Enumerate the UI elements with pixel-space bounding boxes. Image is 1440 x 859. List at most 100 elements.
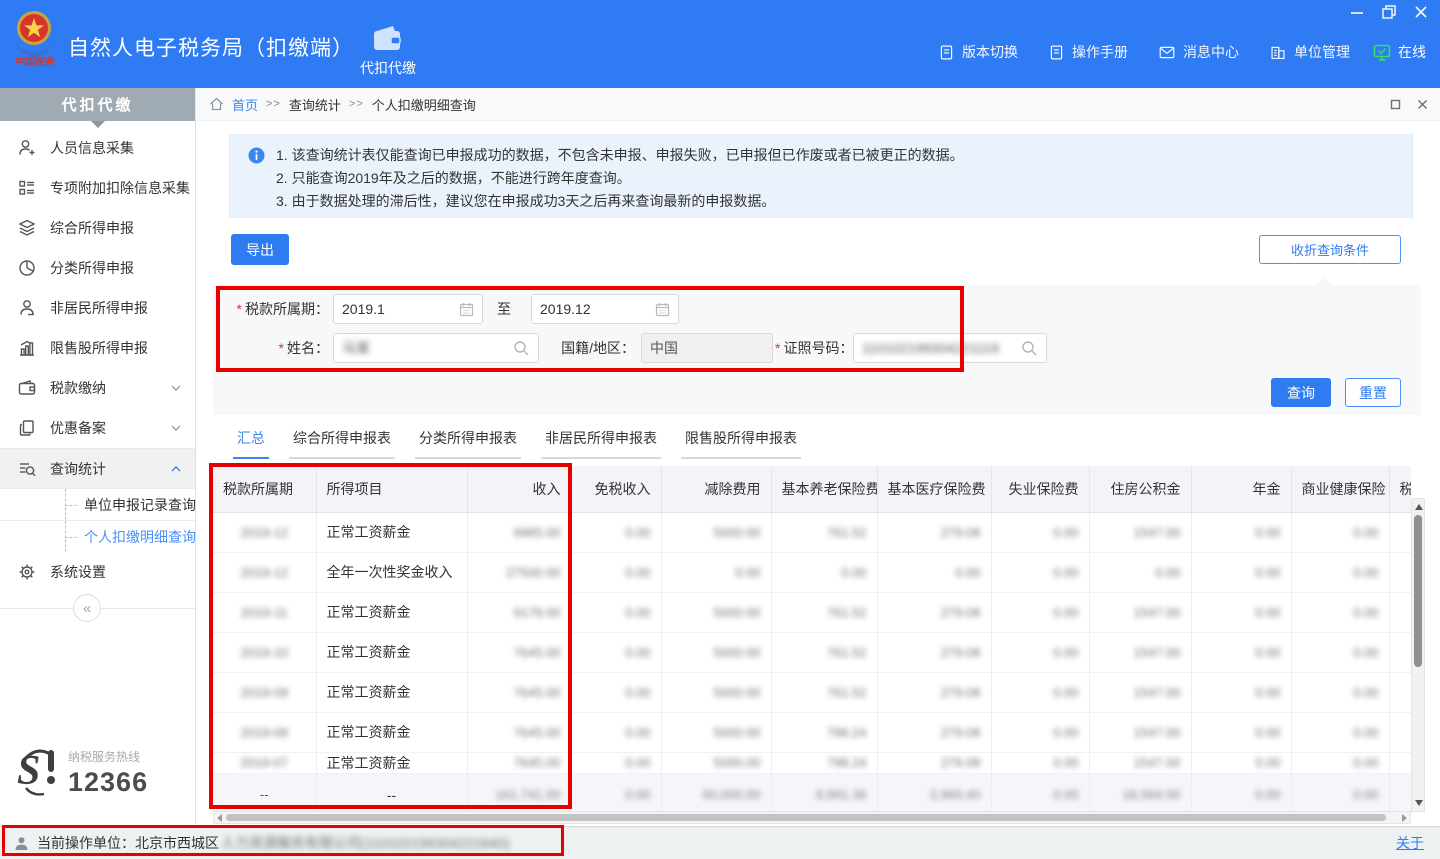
table-cell: 正常工资薪金 xyxy=(316,632,467,672)
name-input[interactable]: 马某 xyxy=(333,333,539,363)
table-cell: 761.52 xyxy=(771,592,877,632)
vertical-scroll-thumb[interactable] xyxy=(1414,515,1422,667)
search-button[interactable]: 查询 xyxy=(1271,378,1331,407)
building-icon xyxy=(1269,44,1287,61)
sidebar-item-query-statistics[interactable]: 查询统计 xyxy=(0,448,195,488)
sidebar-collapse-button[interactable]: « xyxy=(73,594,101,622)
menu-item-version-switch[interactable]: 版本切换 xyxy=(938,42,1018,62)
period-to-input[interactable]: 2019.12 xyxy=(531,294,679,324)
sidebar-item-classified-income-declaration[interactable]: 分类所得申报 xyxy=(0,248,195,288)
wallet-icon xyxy=(371,24,405,54)
sidebar-item-personnel-info-collection[interactable]: 人员信息采集 xyxy=(0,128,195,168)
column-header: 住房公积金 xyxy=(1089,466,1191,512)
tab-nonresident[interactable]: 非居民所得申报表 xyxy=(541,428,661,459)
tab-withholding-label: 代扣代缴 xyxy=(360,58,416,78)
id-number-input[interactable]: 110102199304221119 xyxy=(853,333,1047,363)
table-cell: 0.00 xyxy=(1191,632,1291,672)
sidebar-item-preferential-filing[interactable]: 优惠备案 xyxy=(0,408,195,448)
table-cell: 5000.00 xyxy=(661,752,771,773)
table-cell: 0.00 xyxy=(571,712,661,752)
tab-comprehensive[interactable]: 综合所得申报表 xyxy=(289,428,395,459)
breadcrumb-separator: >> xyxy=(266,98,281,110)
menu-item-label: 单位管理 xyxy=(1294,42,1350,62)
table-cell: 5000.00 xyxy=(661,712,771,752)
app-title: 自然人电子税务局（扣缴端） xyxy=(68,32,354,62)
sidebar-item-comprehensive-income-declaration[interactable]: 综合所得申报 xyxy=(0,208,195,248)
tab-close-icon[interactable] xyxy=(1417,99,1428,110)
window-controls xyxy=(1348,4,1430,20)
tab-summary[interactable]: 汇总 xyxy=(233,428,269,459)
scroll-right-arrow[interactable] xyxy=(1402,814,1407,822)
person-add-icon xyxy=(17,138,37,158)
column-header: 基本医疗保险费 xyxy=(877,466,991,512)
restore-button[interactable] xyxy=(1380,4,1398,20)
sidebar-item-personal-withholding-detail-query[interactable]: 个人扣缴明细查询 xyxy=(0,520,195,552)
close-button[interactable] xyxy=(1412,4,1430,20)
table-cell: 9178.00 xyxy=(467,592,571,632)
tab-withholding-module[interactable]: 代扣代缴 xyxy=(345,14,431,88)
tab-restore-icon[interactable] xyxy=(1390,99,1401,110)
table-cell: 60,000.00 xyxy=(661,773,771,816)
scroll-down-arrow[interactable] xyxy=(1415,800,1423,806)
horizontal-scroll-thumb[interactable] xyxy=(226,814,1386,821)
breadcrumb-home-link[interactable]: 首页 xyxy=(232,95,258,114)
table-cell: 0.00 xyxy=(991,632,1089,672)
table-cell: -- xyxy=(213,773,316,816)
period-from-input[interactable]: 2019.1 xyxy=(333,294,483,324)
sidebar-item-label: 分类所得申报 xyxy=(50,258,183,278)
menu-item-operation-manual[interactable]: 操作手册 xyxy=(1048,42,1128,62)
table-row: 2019-07正常工资薪金7645.000.005000.00798.24279… xyxy=(213,752,1411,773)
sidebar-item-nonresident-income-declaration[interactable]: 非居民所得申报 xyxy=(0,288,195,328)
sidebar-item-label: 优惠备案 xyxy=(50,418,156,438)
sidebar-item-system-settings[interactable]: 系统设置 xyxy=(0,552,195,592)
layers-icon xyxy=(17,218,37,238)
online-status: 在线 xyxy=(1373,42,1426,62)
tab-classified[interactable]: 分类所得申报表 xyxy=(415,428,521,459)
sidebar-item-restricted-shares-declaration[interactable]: 限售股所得申报 xyxy=(0,328,195,368)
vertical-scrollbar[interactable] xyxy=(1411,498,1425,812)
table-cell: 18,564.00 xyxy=(1089,773,1191,816)
scroll-left-arrow[interactable] xyxy=(217,814,222,822)
search-icon[interactable] xyxy=(1021,340,1038,357)
about-link[interactable]: 关于 xyxy=(1396,833,1424,853)
table-cell: 279.08 xyxy=(877,592,991,632)
table-cell: 0.00 xyxy=(1291,712,1389,752)
gear-icon xyxy=(17,562,37,582)
collapse-filters-button[interactable]: 收折查询条件 xyxy=(1259,235,1401,264)
search-icon[interactable] xyxy=(513,340,530,357)
calendar-icon[interactable] xyxy=(655,302,670,317)
menu-item-unit-management[interactable]: 单位管理 xyxy=(1269,42,1350,62)
table-cell: 5000.00 xyxy=(661,512,771,552)
column-header: 税款所属期 xyxy=(213,466,316,512)
sidebar-item-tax-payment[interactable]: 税款缴纳 xyxy=(0,368,195,408)
table-cell xyxy=(1389,632,1411,672)
table-cell: 761.52 xyxy=(771,512,877,552)
table-cell: 0.00 xyxy=(991,512,1089,552)
horizontal-scrollbar[interactable] xyxy=(213,811,1411,824)
table-cell: 0.00 xyxy=(877,552,991,592)
hotline-number: 12366 xyxy=(68,767,148,798)
sidebar-item-label: 非居民所得申报 xyxy=(50,298,183,318)
table-cell: 1547.00 xyxy=(1089,592,1191,632)
mail-icon xyxy=(1158,44,1176,61)
tab-restricted[interactable]: 限售股所得申报表 xyxy=(681,428,801,459)
minimize-button[interactable] xyxy=(1348,4,1366,20)
sidebar-item-unit-declaration-record-query[interactable]: 单位申报记录查询 xyxy=(0,488,195,520)
sidebar-header: 代扣代缴 xyxy=(0,88,195,121)
table-summary-row: ----161,741.000.0060,000.008,991.362,960… xyxy=(213,773,1411,816)
scroll-up-arrow[interactable] xyxy=(1415,504,1423,510)
table-cell: 5000.00 xyxy=(661,672,771,712)
table-cell: 0.00 xyxy=(1291,752,1389,773)
reset-button[interactable]: 重置 xyxy=(1345,378,1401,407)
titlebar-menu: 版本切换 操作手册 消息中心 单位管理 xyxy=(938,42,1350,62)
calendar-icon[interactable] xyxy=(459,302,474,317)
table-cell: 1547.00 xyxy=(1089,752,1191,773)
table-row: 2019-09正常工资薪金7645.000.005000.00761.52279… xyxy=(213,672,1411,712)
menu-item-message-center[interactable]: 消息中心 xyxy=(1158,42,1239,62)
result-tabs: 汇总综合所得申报表分类所得申报表非居民所得申报表限售股所得申报表 xyxy=(233,428,801,459)
table-cell: 0.00 xyxy=(1191,552,1291,592)
export-button[interactable]: 导出 xyxy=(231,234,289,265)
sidebar-item-special-additional-deduction[interactable]: 专项附加扣除信息采集 xyxy=(0,168,195,208)
titlebar: 中国税务 自然人电子税务局（扣缴端） 代扣代缴 版本切换操作手册消息中心单位管理 xyxy=(0,0,1440,88)
results-table-wrap: 税款所属期所得项目收入免税收入减除费用基本养老保险费基本医疗保险费失业保险费住房… xyxy=(213,466,1411,859)
